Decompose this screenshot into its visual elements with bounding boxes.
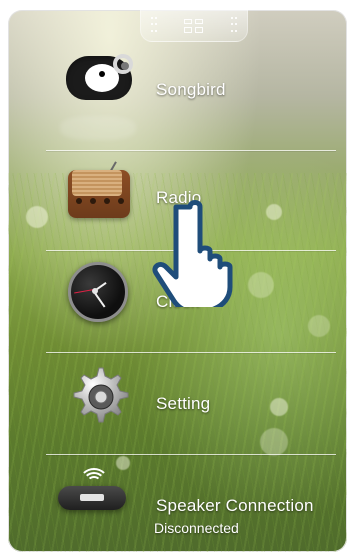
hand-pointer-icon (152, 200, 233, 307)
gear-icon (66, 362, 136, 432)
radio-knob (104, 198, 110, 204)
menu-item-songbird[interactable]: Songbird (8, 38, 347, 140)
radio-knob (90, 198, 96, 204)
menu-item-label: Songbird (156, 80, 226, 99)
grip-dots-icon (151, 16, 157, 35)
speaker-dock-base (58, 486, 126, 510)
gear-icon-graphic (73, 367, 129, 423)
menu-item-label: Speaker Connection (156, 496, 314, 515)
radio-icon (66, 160, 136, 230)
clock-icon (66, 262, 136, 332)
speaker-dock-slot (80, 494, 104, 501)
grip-dots-icon (231, 16, 237, 35)
menu-item-status: Disconnected (154, 520, 239, 536)
radio-speaker-grille (72, 170, 122, 196)
songbird-icon-eye (99, 71, 105, 77)
wifi-waves-icon (79, 458, 109, 486)
device-screen: Songbird Radio Clock (8, 10, 347, 552)
clock-center (92, 288, 98, 294)
menu-item-label: Setting (156, 394, 211, 413)
menu-item-speaker-connection[interactable]: Speaker Connection Disconnected (8, 454, 347, 552)
icon-reflection (60, 116, 136, 140)
menu-item-setting[interactable]: Setting (8, 352, 347, 452)
headphones-icon (113, 54, 133, 74)
grid-icon (184, 18, 204, 33)
radio-knob (118, 198, 124, 204)
speaker-dock-icon (58, 460, 128, 530)
radio-knob (76, 198, 82, 204)
songbird-icon (66, 46, 136, 116)
